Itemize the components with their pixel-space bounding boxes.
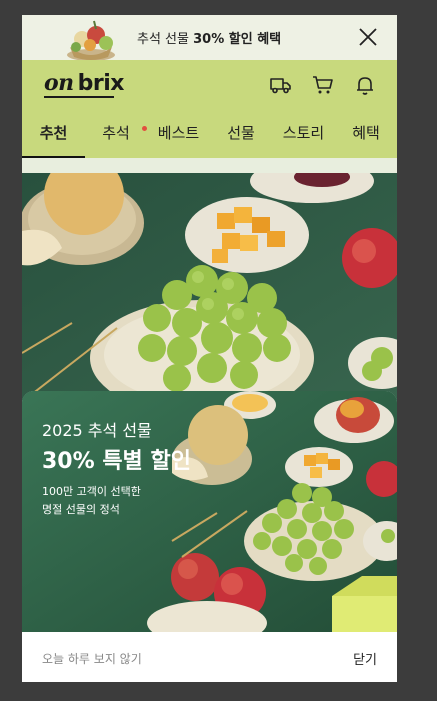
tab-benefit[interactable]: 혜택 — [335, 110, 397, 158]
bell-icon[interactable] — [353, 73, 377, 97]
promo-banner[interactable]: 추석 선물 30% 할인 혜택 — [22, 15, 397, 60]
cart-icon[interactable] — [311, 73, 335, 97]
promo-popup: 2025 추석 선물 30% 특별 할인 100만 고객이 선택한 명절 선물의… — [22, 391, 397, 682]
app-header: on brix — [22, 60, 397, 110]
hero-fruit-image[interactable] — [22, 173, 397, 403]
popup-title: 30% 특별 할인 — [42, 449, 191, 474]
banner-text: 추석 선물 30% 할인 혜택 — [137, 32, 282, 47]
tab-gift[interactable]: 선물 — [210, 110, 272, 158]
gift-basket-thumbnail — [67, 20, 115, 60]
tab-best[interactable]: 베스트 — [147, 110, 210, 158]
mobile-viewport: 추석 선물 30% 할인 혜택 on brix 추천 추석 베스트 선물 스토리 … — [22, 15, 397, 682]
popup-desc-line-1: 100만 고객이 선택한 — [42, 485, 141, 498]
logo-underline — [44, 96, 114, 98]
popup-desc-line-2: 명절 선물의 정석 — [42, 503, 120, 516]
popup-close-button[interactable]: 닫기 — [353, 649, 377, 668]
tab-chuseok[interactable]: 추석 — [85, 110, 147, 158]
popup-year-line: 2025 추석 선물 — [42, 421, 152, 440]
tab-story[interactable]: 스토리 — [272, 110, 335, 158]
category-tabs: 추천 추석 베스트 선물 스토리 혜택 — [22, 110, 397, 158]
tab-recommend[interactable]: 추천 — [22, 110, 85, 158]
close-icon[interactable] — [357, 26, 379, 48]
popup-footer: 오늘 하루 보지 않기 닫기 — [22, 632, 397, 682]
onbrix-logo[interactable]: on brix — [44, 70, 125, 96]
popup-description: 100만 고객이 선택한 명절 선물의 정석 — [42, 483, 141, 519]
tabs-spacer — [22, 158, 397, 173]
delivery-truck-icon[interactable] — [269, 73, 293, 97]
dont-show-today-button[interactable]: 오늘 하루 보지 않기 — [42, 650, 142, 667]
